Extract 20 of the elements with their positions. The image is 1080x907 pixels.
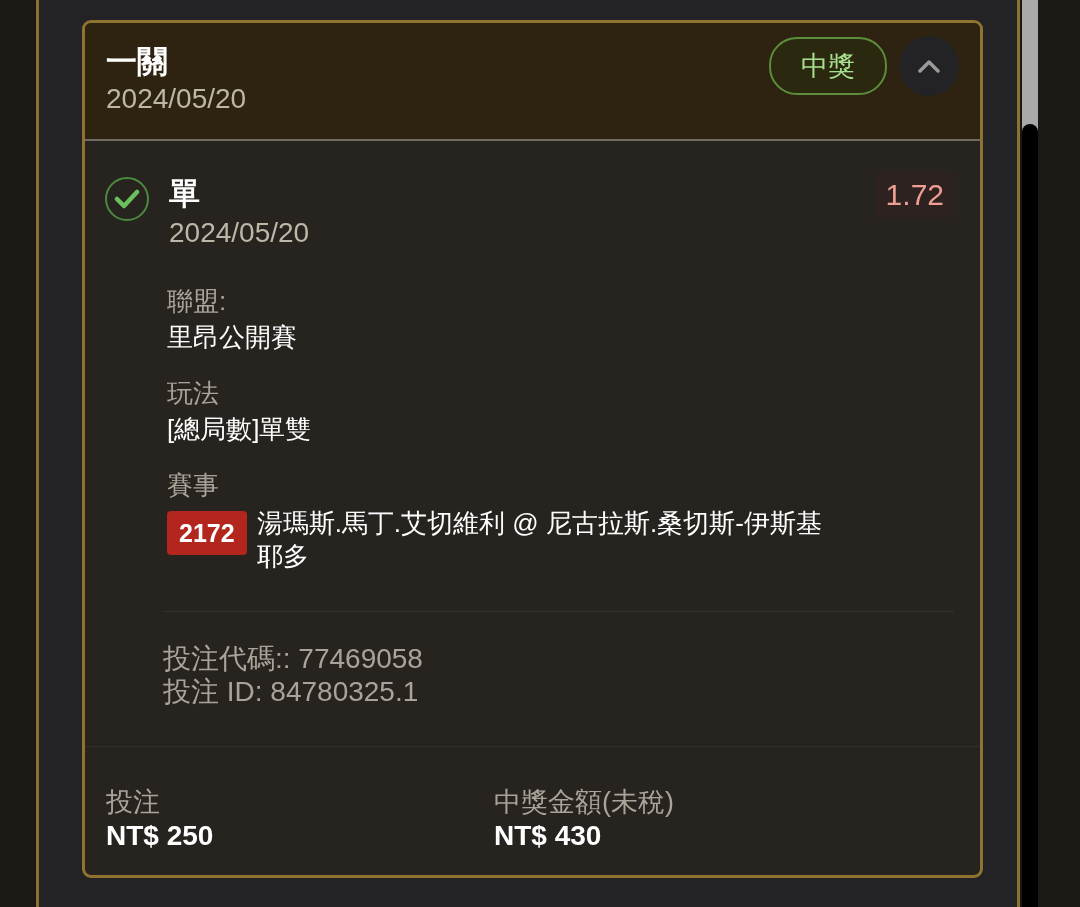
field-label: 賽事: [167, 469, 220, 502]
bet-id: 投注 ID: 84780325.1: [163, 675, 420, 708]
card-date: 2024/05/20: [106, 82, 247, 116]
card-title: 一關: [106, 43, 169, 81]
status-badge: 中獎: [769, 37, 887, 95]
field-label: 聯盟:: [167, 285, 228, 318]
field-value: [總局數]單雙: [167, 413, 313, 446]
match-name: 湯瑪斯.馬丁.艾切維利 @ 尼古拉斯.桑切斯-伊斯基耶多: [256, 507, 823, 573]
summary-label: 中獎金額(未稅): [494, 786, 675, 819]
summary-value: NT$ 250: [106, 819, 215, 853]
field-label: 玩法: [167, 377, 220, 410]
summary-label: 投注: [106, 786, 161, 819]
match-code-badge: 2172: [167, 511, 247, 555]
selection-date: 2024/05/20: [169, 216, 311, 250]
summary-value: NT$ 430: [494, 819, 603, 853]
chevron-up-icon: [917, 59, 941, 73]
bet-code: 投注代碼:: 77469058: [163, 642, 424, 675]
selection-title: 單: [169, 175, 201, 213]
field-value: 里昂公開賽: [167, 321, 298, 354]
odds-value: 1.72: [875, 173, 954, 217]
